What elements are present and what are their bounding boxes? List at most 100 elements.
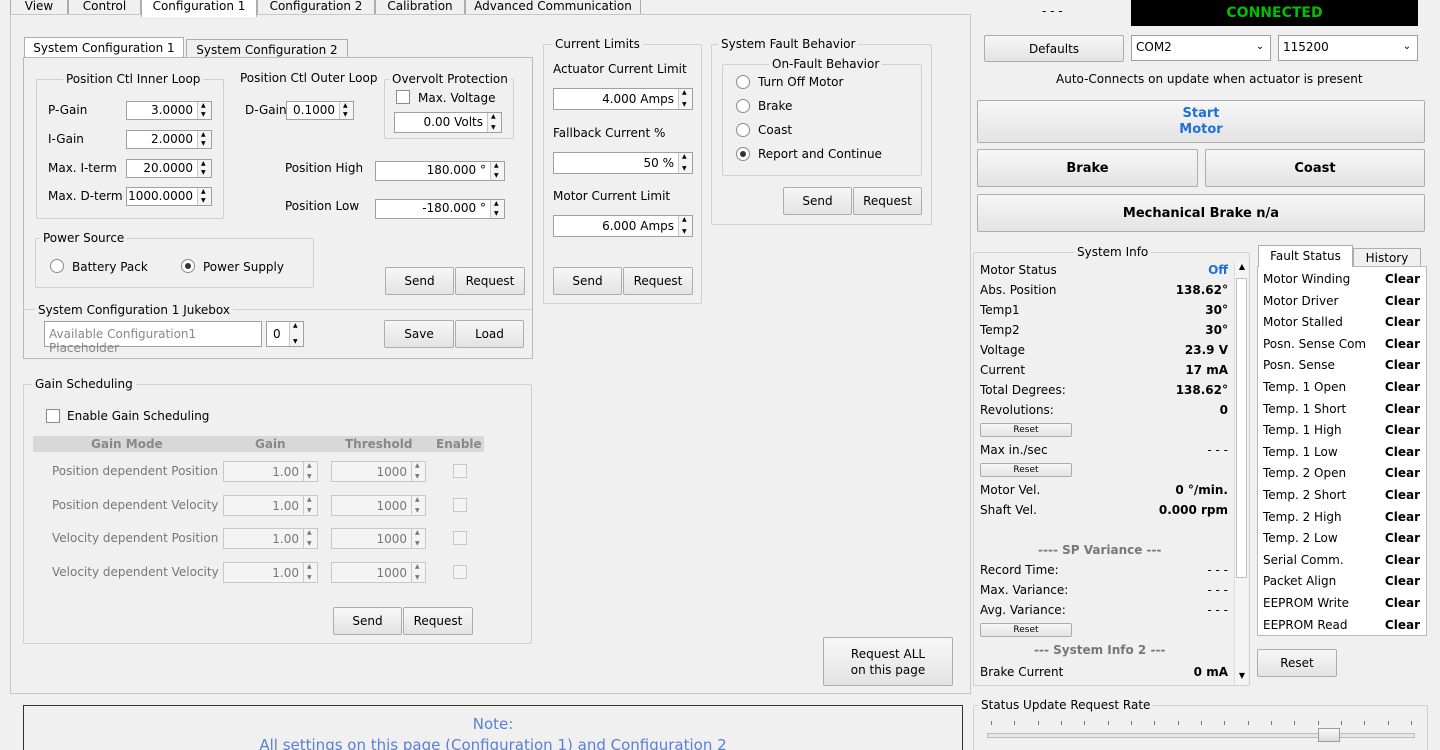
i-gain-input[interactable]: 2.0000 bbox=[126, 130, 212, 149]
max-dterm-spinner[interactable] bbox=[197, 188, 211, 205]
fallback-current-input[interactable]: 50 % bbox=[553, 152, 693, 174]
max-voltage-spinner[interactable] bbox=[487, 113, 501, 132]
gain-spinner[interactable] bbox=[303, 563, 317, 582]
tab-control[interactable]: Control bbox=[68, 0, 141, 15]
baud-rate-select[interactable]: 115200 ⌄ bbox=[1278, 35, 1418, 61]
gain-input[interactable]: 1.00 bbox=[223, 562, 318, 583]
p-gain-spinner[interactable] bbox=[197, 102, 211, 119]
mechanical-brake-button[interactable]: Mechanical Brake n/a bbox=[977, 194, 1425, 232]
gain-sched-send-button[interactable]: Send bbox=[333, 607, 402, 635]
max-iterm-input[interactable]: 20.0000 bbox=[126, 159, 212, 178]
tab-history[interactable]: History bbox=[1353, 248, 1421, 267]
gain-enable-checkbox[interactable] bbox=[453, 464, 467, 478]
gain-enable-checkbox[interactable] bbox=[453, 565, 467, 579]
max-variance-label: Max. Variance: bbox=[980, 583, 1069, 597]
gain-mode-label: Velocity dependent Velocity bbox=[52, 565, 219, 579]
request-all-button[interactable]: Request ALL on this page bbox=[823, 637, 953, 686]
slider-tick bbox=[1364, 721, 1366, 725]
actuator-current-input[interactable]: 4.000 Amps bbox=[553, 88, 693, 110]
start-motor-line1: Start bbox=[1182, 105, 1220, 121]
jukebox-save-button[interactable]: Save bbox=[384, 320, 454, 348]
avg-variance-value: - - - bbox=[1207, 603, 1228, 617]
position-low-spinner[interactable] bbox=[490, 200, 504, 218]
brake-radio[interactable] bbox=[736, 99, 750, 113]
tab-system-configuration-2[interactable]: System Configuration 2 bbox=[186, 39, 348, 59]
current-limits-request-button[interactable]: Request bbox=[623, 267, 693, 295]
max-voltage-checkbox[interactable] bbox=[396, 90, 410, 104]
report-continue-radio[interactable] bbox=[736, 147, 750, 161]
tab-fault-status[interactable]: Fault Status bbox=[1258, 245, 1353, 267]
threshold-input[interactable]: 1000 bbox=[331, 461, 426, 482]
tab-advanced-communication[interactable]: Advanced Communication bbox=[465, 0, 641, 15]
status-rate-slider-track[interactable] bbox=[987, 733, 1415, 738]
gain-input[interactable]: 1.00 bbox=[223, 528, 318, 549]
max-dterm-input[interactable]: 1000.0000 bbox=[126, 187, 212, 206]
threshold-input[interactable]: 1000 bbox=[331, 562, 426, 583]
jukebox-index-spinner[interactable] bbox=[289, 322, 303, 346]
motor-current-input[interactable]: 6.000 Amps bbox=[553, 215, 693, 237]
max-in-sec-reset-button[interactable]: Reset bbox=[980, 463, 1072, 477]
fallback-current-spinner[interactable] bbox=[678, 153, 692, 173]
current-limits-send-button[interactable]: Send bbox=[553, 267, 622, 295]
fault-name: Temp. 1 High bbox=[1263, 423, 1342, 438]
brake-button[interactable]: Brake bbox=[977, 149, 1198, 187]
revolutions-reset-button[interactable]: Reset bbox=[980, 423, 1072, 437]
gain-spinner[interactable] bbox=[303, 462, 317, 481]
power-supply-radio[interactable] bbox=[181, 259, 195, 273]
threshold-input[interactable]: 1000 bbox=[331, 495, 426, 516]
position-high-input[interactable]: 180.000 ° bbox=[375, 161, 505, 181]
i-gain-spinner[interactable] bbox=[197, 131, 211, 148]
threshold-spinner[interactable] bbox=[411, 462, 425, 481]
gain-enable-checkbox[interactable] bbox=[453, 498, 467, 512]
scrollbar-thumb[interactable] bbox=[1236, 278, 1247, 578]
start-motor-button[interactable]: Start Motor bbox=[977, 100, 1425, 143]
max-voltage-input[interactable]: 0.00 Volts bbox=[394, 112, 502, 133]
threshold-spinner[interactable] bbox=[411, 529, 425, 548]
com-port-select[interactable]: COM2 ⌄ bbox=[1131, 35, 1271, 61]
tab-system-configuration-1[interactable]: System Configuration 1 bbox=[24, 37, 184, 57]
threshold-spinner[interactable] bbox=[411, 563, 425, 582]
gain-spinner[interactable] bbox=[303, 496, 317, 515]
battery-pack-radio[interactable] bbox=[50, 259, 64, 273]
sc1-request-button[interactable]: Request bbox=[455, 267, 525, 295]
gain-enable-checkbox[interactable] bbox=[453, 531, 467, 545]
gain-spinner[interactable] bbox=[303, 529, 317, 548]
fault-reset-button[interactable]: Reset bbox=[1257, 649, 1337, 677]
sc1-send-button[interactable]: Send bbox=[385, 267, 454, 295]
defaults-button[interactable]: Defaults bbox=[984, 35, 1124, 62]
position-low-input[interactable]: -180.000 ° bbox=[375, 199, 505, 219]
actuator-current-spinner[interactable] bbox=[678, 89, 692, 109]
coast-radio[interactable] bbox=[736, 123, 750, 137]
d-gain-input[interactable]: 0.1000 bbox=[286, 101, 354, 120]
variance-reset-button[interactable]: Reset bbox=[980, 623, 1072, 637]
jukebox-index-input[interactable]: 0 bbox=[266, 321, 304, 347]
enable-gain-scheduling-checkbox[interactable] bbox=[46, 409, 60, 423]
tab-calibration[interactable]: Calibration bbox=[375, 0, 465, 15]
p-gain-input[interactable]: 3.0000 bbox=[126, 101, 212, 120]
turn-off-motor-radio[interactable] bbox=[736, 75, 750, 89]
status-rate-slider-thumb[interactable] bbox=[1318, 728, 1341, 742]
jukebox-config-select[interactable]: Available Configuration1 Placeholder bbox=[44, 321, 262, 355]
tab-configuration-2[interactable]: Configuration 2 bbox=[257, 0, 375, 15]
position-high-spinner[interactable] bbox=[490, 162, 504, 180]
scroll-up-icon[interactable]: ▲ bbox=[1235, 262, 1249, 276]
tab-configuration-1[interactable]: Configuration 1 bbox=[141, 0, 257, 17]
fault-behavior-request-button[interactable]: Request bbox=[853, 187, 922, 215]
max-iterm-spinner[interactable] bbox=[197, 160, 211, 177]
max-in-sec-value: - - - bbox=[1207, 443, 1228, 457]
coast-button[interactable]: Coast bbox=[1205, 149, 1425, 187]
position-low-value: -180.000 ° bbox=[422, 201, 486, 215]
jukebox-load-button[interactable]: Load bbox=[455, 320, 524, 348]
gain-input[interactable]: 1.00 bbox=[223, 495, 318, 516]
threshold-spinner[interactable] bbox=[411, 496, 425, 515]
threshold-input[interactable]: 1000 bbox=[331, 528, 426, 549]
gain-sched-request-button[interactable]: Request bbox=[403, 607, 473, 635]
motor-current-spinner[interactable] bbox=[678, 216, 692, 236]
gain-input[interactable]: 1.00 bbox=[223, 461, 318, 482]
system-info-scrollbar[interactable]: ▲ ▼ bbox=[1234, 262, 1248, 685]
d-gain-spinner[interactable] bbox=[339, 102, 353, 119]
fault-behavior-send-button[interactable]: Send bbox=[783, 187, 852, 215]
tab-view[interactable]: View bbox=[10, 0, 68, 15]
scroll-down-icon[interactable]: ▼ bbox=[1235, 671, 1249, 685]
gain-value: 1.00 bbox=[272, 499, 299, 513]
